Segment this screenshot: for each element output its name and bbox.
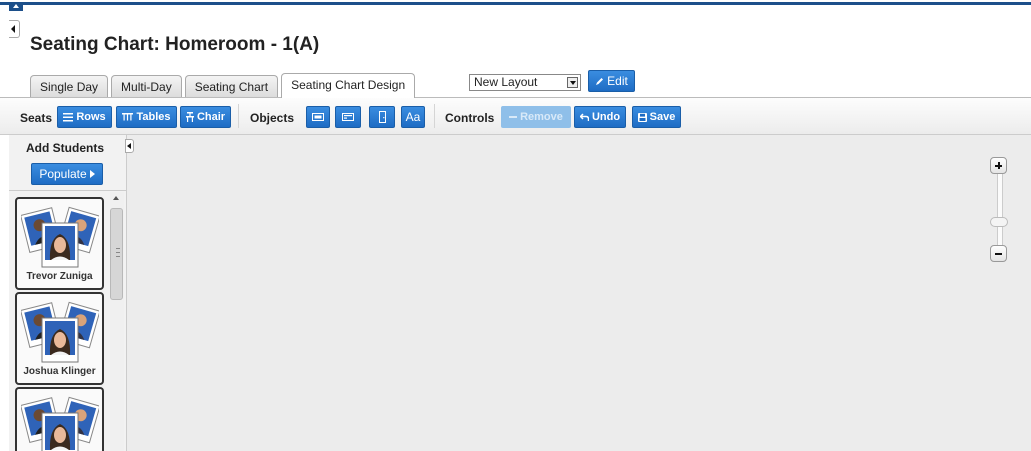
top-accent-bar: [0, 0, 1031, 5]
toolbar-divider: [434, 104, 435, 128]
teacher-desk-button[interactable]: [335, 106, 361, 128]
layout-select-value: New Layout: [474, 75, 538, 89]
undo-label: Undo: [591, 111, 621, 123]
zoom-slider-track[interactable]: [997, 174, 1003, 245]
rows-button[interactable]: Rows: [57, 106, 112, 128]
chair-icon: [185, 112, 194, 122]
collapse-nav-icon[interactable]: [9, 20, 20, 38]
door-icon: [378, 111, 386, 123]
panel-divider: [9, 190, 126, 191]
remove-button[interactable]: Remove: [501, 106, 571, 128]
page-title: Seating Chart: Homeroom - 1(A): [30, 34, 320, 55]
rows-icon: [63, 112, 74, 121]
tab-multi-day[interactable]: Multi-Day: [111, 75, 182, 97]
chair-label: Chair: [196, 111, 226, 123]
student-name: Joshua Klinger: [23, 366, 96, 377]
door-button[interactable]: [369, 106, 395, 128]
seats-label: Seats: [20, 111, 53, 125]
view-tabs: Single Day Multi-Day Seating Chart Seati…: [30, 73, 418, 98]
rows-label: Rows: [76, 111, 106, 123]
caret-right-icon: [89, 170, 95, 178]
save-label: Save: [649, 111, 676, 123]
scroll-up-icon[interactable]: [113, 196, 119, 200]
add-students-title: Add Students: [26, 141, 104, 155]
tab-single-day[interactable]: Single Day: [30, 75, 109, 97]
tab-seating-chart[interactable]: Seating Chart: [184, 75, 279, 97]
text-label-button[interactable]: Aa: [401, 106, 425, 128]
text-label-glyph: Aa: [405, 110, 421, 124]
chair-button[interactable]: Chair: [180, 106, 231, 128]
student-photos-icon: [21, 206, 99, 268]
zoom-in-icon[interactable]: [990, 157, 1007, 174]
zoom-slider-handle[interactable]: [990, 217, 1008, 227]
toolbar-divider: [238, 104, 239, 128]
collapse-header-icon[interactable]: [9, 2, 23, 11]
objects-label: Objects: [250, 111, 295, 125]
zoom-out-icon[interactable]: [990, 245, 1007, 262]
pencil-icon: [596, 77, 604, 85]
undo-icon: [579, 112, 589, 121]
dropdown-arrow-icon: [567, 77, 578, 88]
collapse-sidebar-icon[interactable]: [125, 139, 134, 153]
populate-label: Populate: [39, 167, 87, 181]
scroll-grip-icon: [116, 248, 120, 257]
student-card[interactable]: Trevor Zuniga: [15, 197, 104, 290]
save-icon: [637, 112, 647, 122]
whiteboard-icon: [312, 113, 324, 121]
populate-button[interactable]: Populate: [31, 163, 103, 185]
student-photos-icon: [21, 301, 99, 363]
student-photos-icon: [21, 396, 99, 451]
save-button[interactable]: Save: [632, 106, 681, 128]
student-card[interactable]: Joshua Klinger: [15, 292, 104, 385]
seating-design-canvas[interactable]: [127, 135, 1031, 451]
undo-button[interactable]: Undo: [574, 106, 626, 128]
whiteboard-button[interactable]: [306, 106, 330, 128]
minus-icon: [509, 116, 518, 118]
controls-label: Controls: [445, 111, 495, 125]
edit-label: Edit: [607, 74, 628, 88]
tables-button[interactable]: Tables: [116, 106, 177, 128]
edit-layout-button[interactable]: Edit: [588, 70, 635, 92]
desk-icon: [342, 113, 354, 121]
layout-select[interactable]: New Layout: [469, 74, 581, 91]
tab-seating-chart-design[interactable]: Seating Chart Design: [281, 73, 416, 98]
student-card[interactable]: [15, 387, 104, 451]
student-name: Trevor Zuniga: [26, 271, 93, 282]
remove-label: Remove: [520, 111, 563, 123]
tables-label: Tables: [136, 111, 171, 123]
table-icon: [122, 113, 134, 121]
